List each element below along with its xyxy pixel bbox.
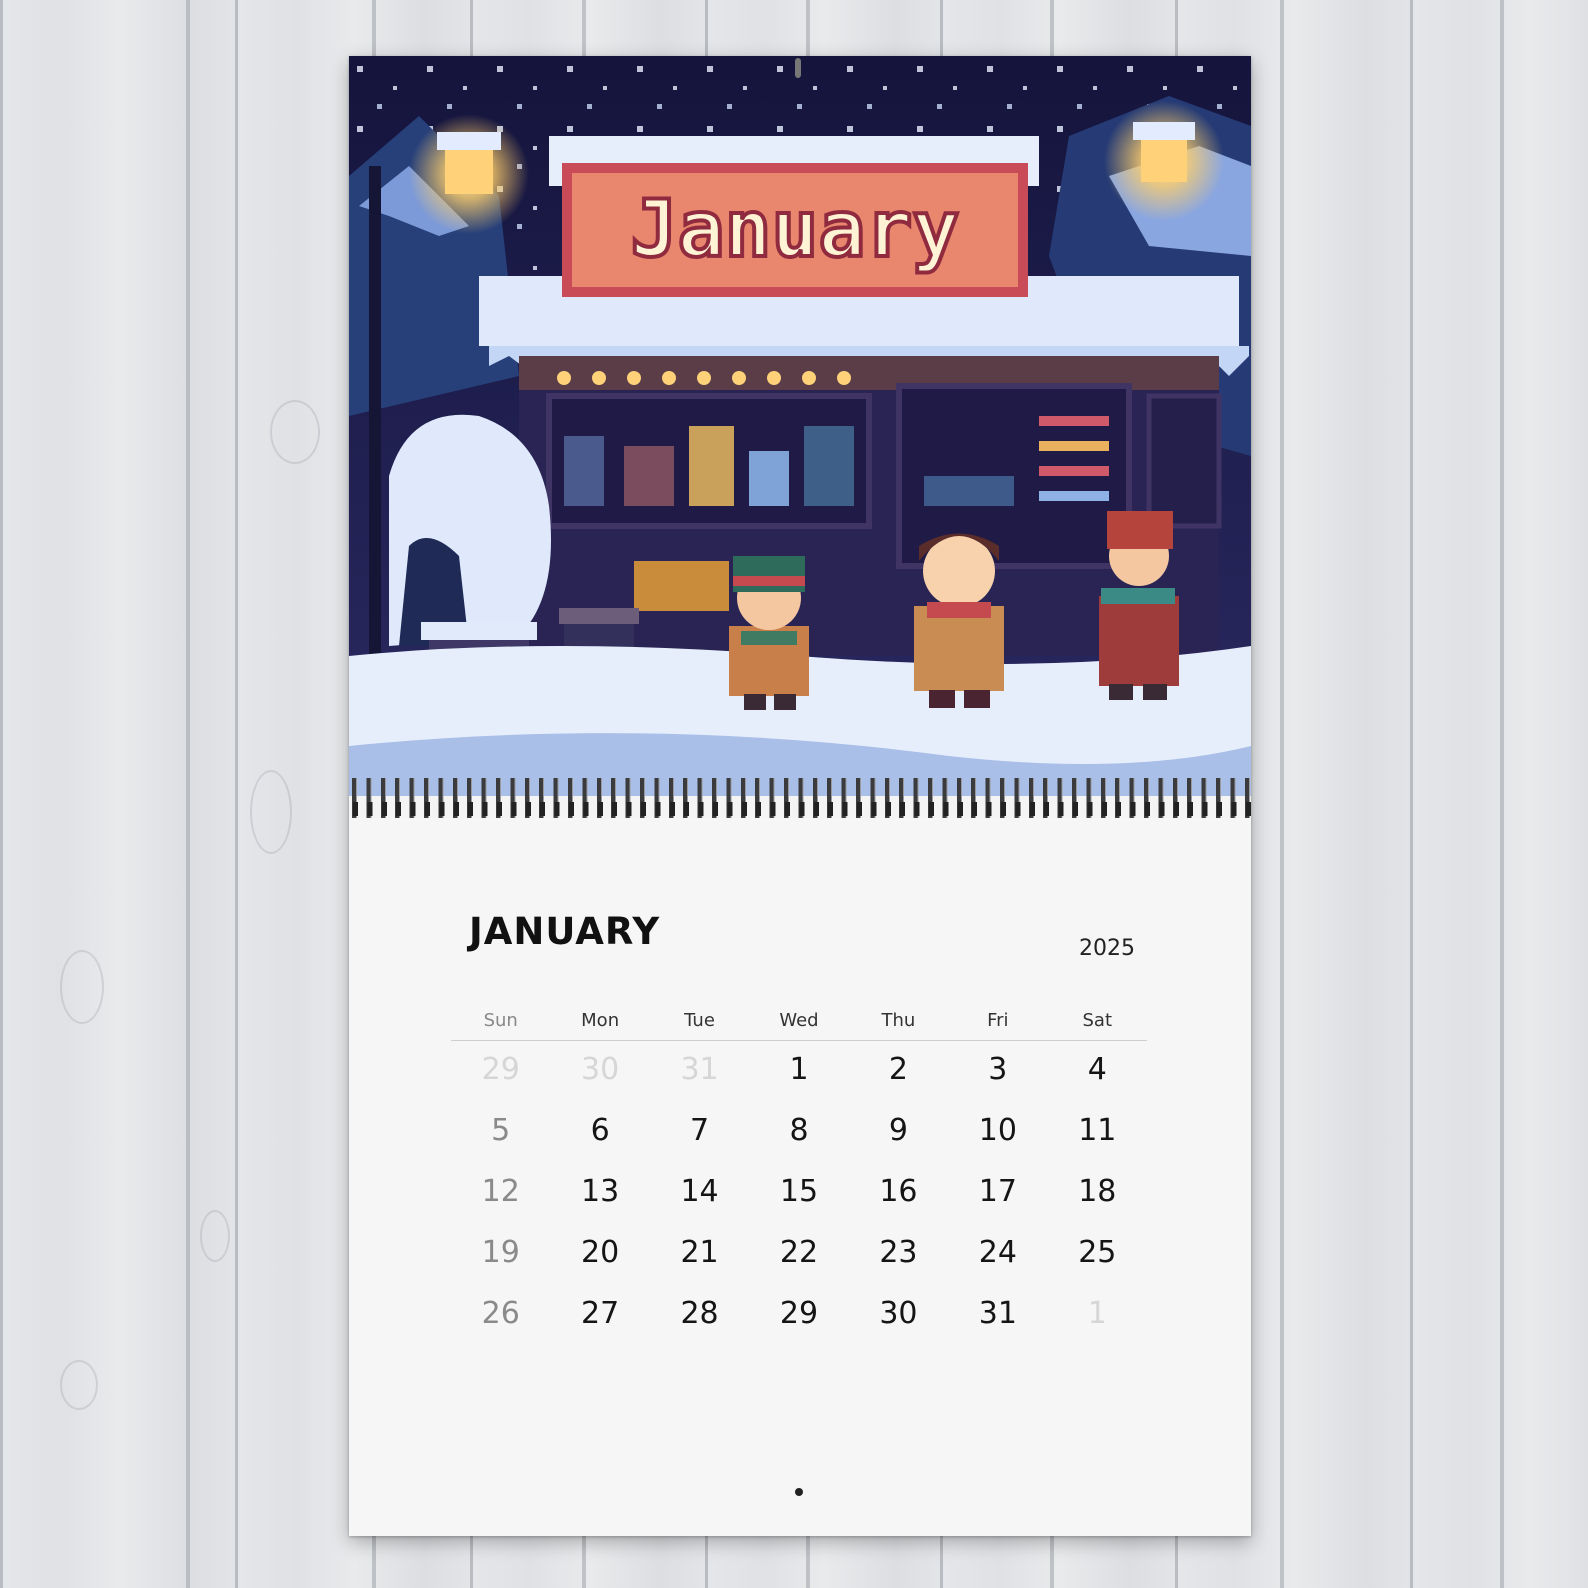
weekday-fri: Fri [987, 1010, 1009, 1031]
bottom-hang-hole [795, 1488, 803, 1496]
wood-knot [200, 1210, 230, 1262]
day-cell: 19 [481, 1235, 520, 1270]
child-brown-hair [914, 533, 1004, 708]
weekday-thu: Thu [881, 1010, 916, 1031]
weekday-sat: Sat [1082, 1010, 1112, 1031]
day-cell: 26 [481, 1296, 520, 1331]
day-cell: 11 [1078, 1113, 1117, 1148]
wood-knot [270, 400, 320, 464]
day-cell: 13 [581, 1174, 620, 1209]
weekday-tue: Tue [684, 1010, 715, 1031]
day-cell: 7 [690, 1113, 710, 1148]
string-lights [557, 371, 851, 385]
hanging-hook [795, 58, 801, 78]
shop-side-panel [1146, 393, 1222, 529]
day-cell: 31 [978, 1296, 1017, 1331]
sign-text: January [631, 185, 960, 275]
day-cell: 21 [680, 1235, 719, 1270]
day-cell: 5 [491, 1113, 511, 1148]
weekday-sun: Sun [483, 1010, 518, 1031]
wood-plank-seam [1280, 0, 1284, 1588]
year-label: 2025 [1079, 936, 1135, 961]
header-divider [451, 1040, 1147, 1041]
day-cell: 9 [888, 1113, 908, 1148]
day-cell: 18 [1078, 1174, 1117, 1209]
day-cell: 8 [789, 1113, 809, 1148]
day-cell: 23 [879, 1235, 918, 1270]
wall-calendar: January JANUARY 2025 Sun Mon Tue Wed Thu… [349, 56, 1251, 1536]
day-cell: 10 [978, 1113, 1017, 1148]
binding-holes [349, 802, 1251, 816]
day-cell: 16 [879, 1174, 918, 1209]
day-cell: 29 [779, 1296, 819, 1331]
wood-knot [60, 1360, 98, 1410]
pixel-art-scene: January [349, 56, 1251, 796]
right-lamp [1141, 138, 1187, 182]
day-cell: 12 [481, 1174, 520, 1209]
weekday-wed: Wed [779, 1010, 819, 1031]
child-red-coat [1099, 511, 1179, 700]
planter-snow [421, 622, 537, 640]
day-cell: 27 [581, 1296, 620, 1331]
wood-knot [60, 950, 104, 1024]
day-cell: 1 [1087, 1296, 1107, 1331]
day-cell: 22 [779, 1235, 819, 1270]
weekday-mon: Mon [581, 1010, 620, 1031]
child-green-hat [729, 556, 809, 710]
day-grid: 29 30 31 1 2 3 4 5 6 7 8 9 10 11 12 13 14 15 16 17 18 19 20 21 2… [451, 1048, 1147, 1353]
wood-plank-seam [1500, 0, 1504, 1588]
day-cell: 1 [789, 1052, 809, 1087]
day-cell: 15 [779, 1174, 819, 1209]
left-lamp-post [369, 166, 381, 676]
wood-plank-seam [186, 0, 190, 1588]
left-lamp-snowcap [437, 132, 501, 150]
day-cell: 28 [680, 1296, 719, 1331]
day-cell: 29 [481, 1052, 520, 1087]
day-cell: 20 [581, 1235, 620, 1270]
right-lamp-snowcap [1133, 122, 1195, 140]
day-cell: 14 [680, 1174, 719, 1209]
wood-knot [250, 770, 292, 854]
left-lamp [445, 148, 493, 194]
month-title: JANUARY [469, 910, 661, 953]
day-cell: 2 [888, 1052, 908, 1087]
trash-bin-lid [559, 608, 639, 624]
winter-shop-illustration: January [349, 56, 1251, 796]
day-cell: 30 [879, 1296, 918, 1331]
day-cell: 25 [1078, 1235, 1117, 1270]
day-cell: 3 [988, 1052, 1008, 1087]
day-cell: 4 [1087, 1052, 1107, 1087]
weekday-header-row: Sun Mon Tue Wed Thu Fri Sat [451, 1010, 1147, 1031]
day-cell: 31 [680, 1052, 719, 1087]
day-cell: 6 [590, 1113, 610, 1148]
day-cell: 17 [978, 1174, 1017, 1209]
day-cell: 24 [978, 1235, 1017, 1270]
shop-crate [634, 561, 729, 611]
day-cell: 30 [581, 1052, 620, 1087]
